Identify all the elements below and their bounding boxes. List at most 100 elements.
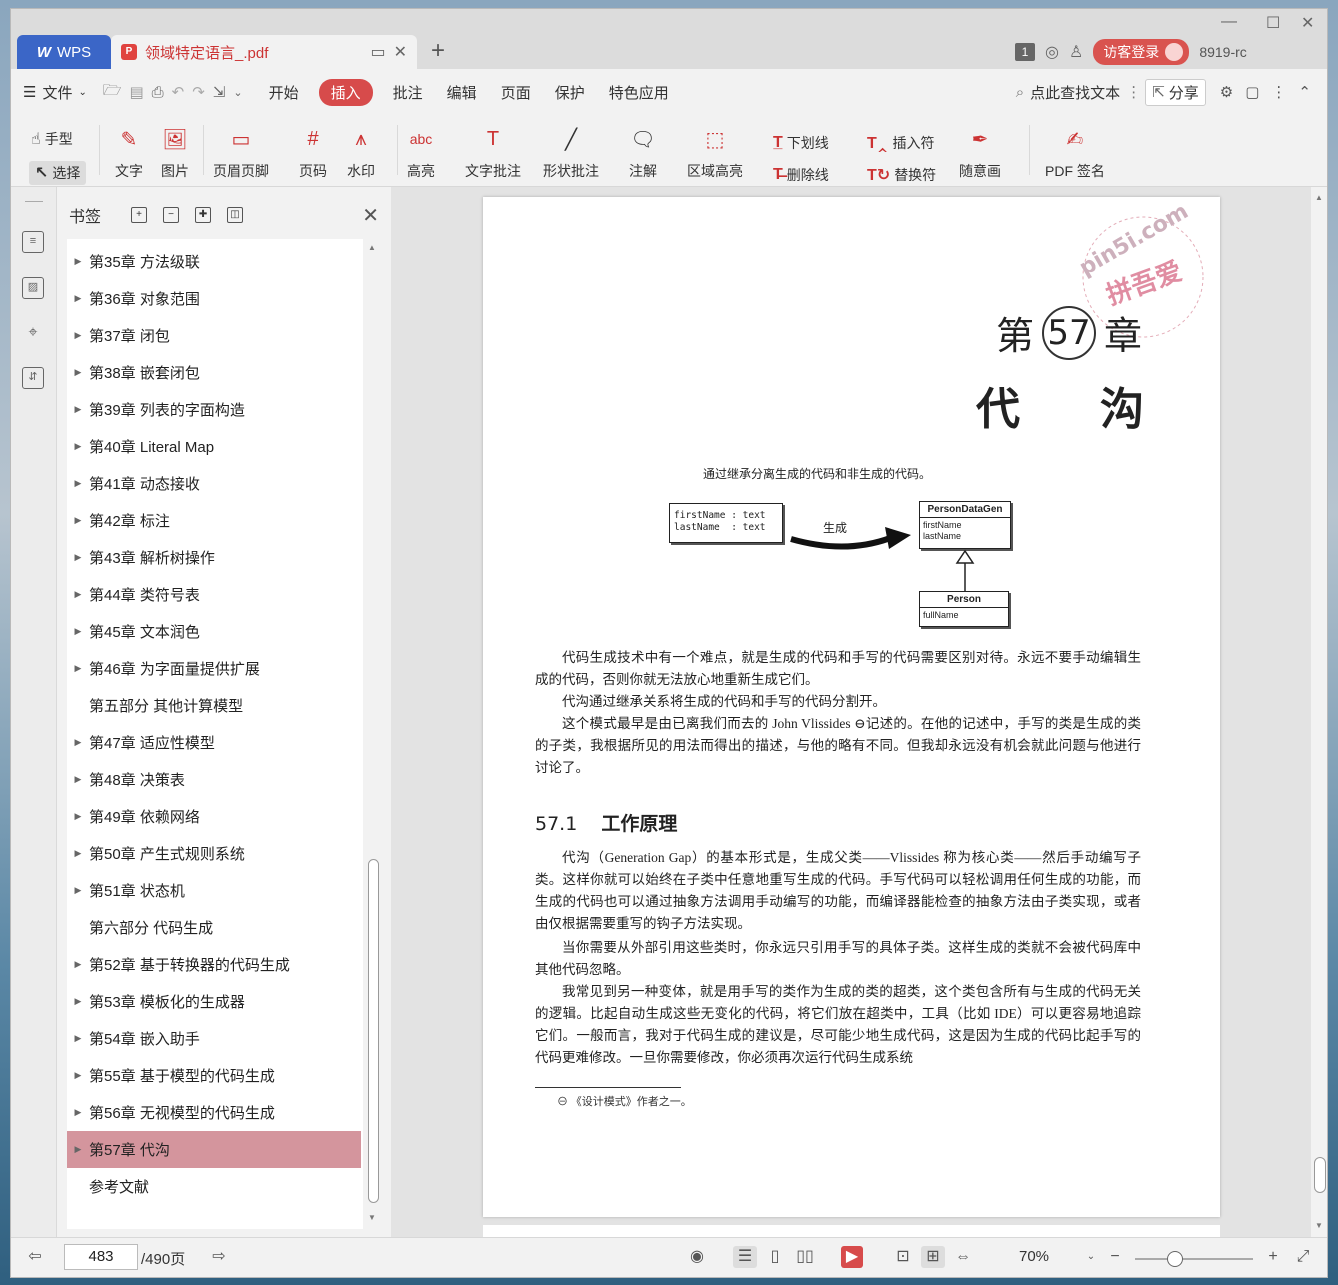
bookmark-item[interactable]: ▶ 第43章 解析树操作 — [67, 539, 361, 576]
attachment-panel-icon[interactable]: ⇵ — [22, 367, 44, 389]
zoom-slider-handle[interactable] — [1167, 1251, 1183, 1267]
sync-icon[interactable]: ◎ — [1045, 42, 1059, 62]
expand-arrow-icon[interactable]: ▶ — [67, 774, 89, 785]
expand-all-icon[interactable]: + — [131, 207, 148, 223]
hand-tool-button[interactable]: ☝ 手型 — [31, 129, 73, 149]
menu-home[interactable]: 开始 — [257, 82, 311, 103]
expand-arrow-icon[interactable]: ▶ — [67, 330, 89, 341]
single-page-icon[interactable]: ▯ — [763, 1246, 787, 1268]
collapse-all-icon[interactable]: − — [163, 207, 180, 223]
continuous-view-icon[interactable]: ☰ — [733, 1246, 757, 1268]
expand-arrow-icon[interactable]: ▶ — [67, 848, 89, 859]
bookmark-item[interactable]: ▶ 第42章 标注 — [67, 502, 361, 539]
annotation-panel-icon[interactable]: ⌖ — [22, 323, 44, 345]
document-scroll-thumb[interactable] — [1314, 1157, 1326, 1193]
scroll-up-icon[interactable]: ▲ — [368, 243, 376, 252]
menu-edit[interactable]: 编辑 — [435, 82, 489, 103]
zoom-level[interactable]: 70% — [1019, 1248, 1049, 1265]
menu-features[interactable]: 特色应用 — [597, 82, 681, 103]
page-number-input[interactable]: 483 — [64, 1244, 138, 1270]
bookmark-item[interactable]: ▶ 第56章 无视模型的代码生成 — [67, 1094, 361, 1131]
insert-mark-button[interactable]: T‸ 插入符 — [867, 133, 935, 153]
expand-arrow-icon[interactable]: ▶ — [67, 1070, 89, 1081]
menu-insert[interactable]: 插入 — [318, 78, 373, 106]
actual-size-icon[interactable]: ⊡ — [891, 1246, 915, 1268]
bookmark-options-icon[interactable]: ◫ — [227, 207, 244, 223]
expand-arrow-icon[interactable]: ▶ — [67, 811, 89, 822]
export-icon[interactable]: ⇲ — [209, 83, 230, 101]
file-menu[interactable]: ☰ 文件 ⌄ — [11, 82, 99, 103]
menu-page[interactable]: 页面 — [489, 82, 543, 103]
bookmark-item[interactable]: 参考文献 — [67, 1168, 361, 1205]
login-button[interactable]: 访客登录 — [1093, 39, 1190, 65]
bookmark-item[interactable]: 第六部分 代码生成 — [67, 909, 361, 946]
bookmark-item[interactable]: ▶ 第55章 基于模型的代码生成 — [67, 1057, 361, 1094]
chat-icon[interactable]: ▢ — [1239, 83, 1265, 101]
new-tab-button[interactable]: + — [431, 37, 445, 65]
play-icon[interactable]: ▶ — [841, 1246, 863, 1268]
bookmark-item[interactable]: ▶ 第51章 状态机 — [67, 872, 361, 909]
watermark-button[interactable]: ⩚ 水印 — [347, 125, 375, 181]
dual-page-icon[interactable]: ▯▯ — [793, 1246, 817, 1268]
redo-icon[interactable]: ↷ — [188, 83, 209, 101]
print-icon[interactable]: ⎙ — [148, 84, 168, 101]
bookmark-item[interactable]: ▶ 第53章 模板化的生成器 — [67, 983, 361, 1020]
zoom-slider[interactable] — [1135, 1251, 1253, 1267]
bookmark-item[interactable]: ▶ 第47章 适应性模型 — [67, 724, 361, 761]
collapse-ribbon-icon[interactable]: ⌃ — [1292, 83, 1327, 101]
expand-arrow-icon[interactable]: ▶ — [67, 996, 89, 1007]
replace-mark-button[interactable]: T↻ 替换符 — [867, 165, 936, 185]
expand-arrow-icon[interactable]: ▶ — [67, 1144, 89, 1155]
strikethrough-button[interactable]: T̶ 删除线 — [773, 165, 829, 185]
bookmark-item[interactable]: ▶ 第35章 方法级联 — [67, 243, 361, 280]
more-menu-icon[interactable]: ⋮ — [1265, 83, 1292, 101]
underline-button[interactable]: T̲ 下划线 — [773, 133, 829, 153]
bookmark-item[interactable]: ▶ 第50章 产生式规则系统 — [67, 835, 361, 872]
next-page-icon[interactable]: ⇨ — [207, 1246, 231, 1268]
fullscreen-icon[interactable]: ⤢ — [1291, 1246, 1315, 1268]
settings-gear-icon[interactable]: ⚙ — [1214, 83, 1239, 101]
zoom-out-icon[interactable]: − — [1103, 1246, 1127, 1268]
close-panel-icon[interactable]: ✕ — [362, 203, 379, 228]
bookmark-item[interactable]: ▶ 第45章 文本润色 — [67, 613, 361, 650]
text-note-button[interactable]: T 文字批注 — [465, 125, 521, 181]
more-quick-icon[interactable]: ⌄ — [229, 86, 256, 99]
skin-icon[interactable]: ♙ — [1069, 42, 1083, 62]
bookmark-item[interactable]: ▶ 第46章 为字面量提供扩展 — [67, 650, 361, 687]
insert-text-button[interactable]: ✎ 文字 — [115, 125, 143, 181]
add-bookmark-icon[interactable]: ✚ — [195, 207, 212, 223]
expand-arrow-icon[interactable]: ▶ — [67, 1107, 89, 1118]
fit-page-icon[interactable]: ⊞ — [921, 1246, 945, 1268]
share-button[interactable]: ⇱ 分享 — [1145, 78, 1206, 106]
expand-arrow-icon[interactable]: ▶ — [67, 478, 89, 489]
header-footer-button[interactable]: ▭ 页眉页脚 — [213, 125, 269, 181]
expand-arrow-icon[interactable]: ▶ — [67, 589, 89, 600]
zoom-dropdown-icon[interactable]: ⌄ — [1079, 1246, 1103, 1268]
bookmark-item[interactable]: ▶ 第49章 依赖网络 — [67, 798, 361, 835]
page-number-button[interactable]: # 页码 — [299, 125, 327, 181]
expand-arrow-icon[interactable]: ▶ — [67, 663, 89, 674]
expand-arrow-icon[interactable]: ▶ — [67, 404, 89, 415]
menu-protect[interactable]: 保护 — [543, 82, 597, 103]
undo-icon[interactable]: ↶ — [168, 83, 189, 101]
bookmark-item[interactable]: ▶ 第48章 决策表 — [67, 761, 361, 798]
wps-home-tab[interactable]: W WPS — [17, 35, 111, 69]
maximize-icon[interactable]: ☐ — [1266, 13, 1280, 33]
bookmark-item[interactable]: ▶ 第40章 Literal Map — [67, 428, 361, 465]
scroll-down-icon[interactable]: ▼ — [368, 1213, 376, 1222]
area-highlight-button[interactable]: ⬚ 区域高亮 — [687, 125, 743, 181]
eye-protect-icon[interactable]: ◉ — [685, 1246, 709, 1268]
document-tab[interactable]: P 领域特定语言_.pdf ▭ ✕ — [111, 35, 417, 69]
expand-arrow-icon[interactable]: ▶ — [67, 515, 89, 526]
zoom-in-icon[interactable]: + — [1261, 1246, 1285, 1268]
bookmark-item[interactable]: ▶ 第41章 动态接收 — [67, 465, 361, 502]
prev-page-icon[interactable]: ⇦ — [23, 1246, 47, 1268]
monitor-icon[interactable]: ▭ — [370, 42, 385, 62]
bookmark-item[interactable]: ▶ 第39章 列表的字面构造 — [67, 391, 361, 428]
expand-arrow-icon[interactable]: ▶ — [67, 1033, 89, 1044]
expand-arrow-icon[interactable]: ▶ — [67, 959, 89, 970]
bookmark-item[interactable]: 第五部分 其他计算模型 — [67, 687, 361, 724]
expand-arrow-icon[interactable]: ▶ — [67, 552, 89, 563]
pdf-sign-button[interactable]: ✍ PDF 签名 — [1045, 125, 1105, 181]
bookmark-item[interactable]: ▶ 第57章 代沟 — [67, 1131, 361, 1168]
